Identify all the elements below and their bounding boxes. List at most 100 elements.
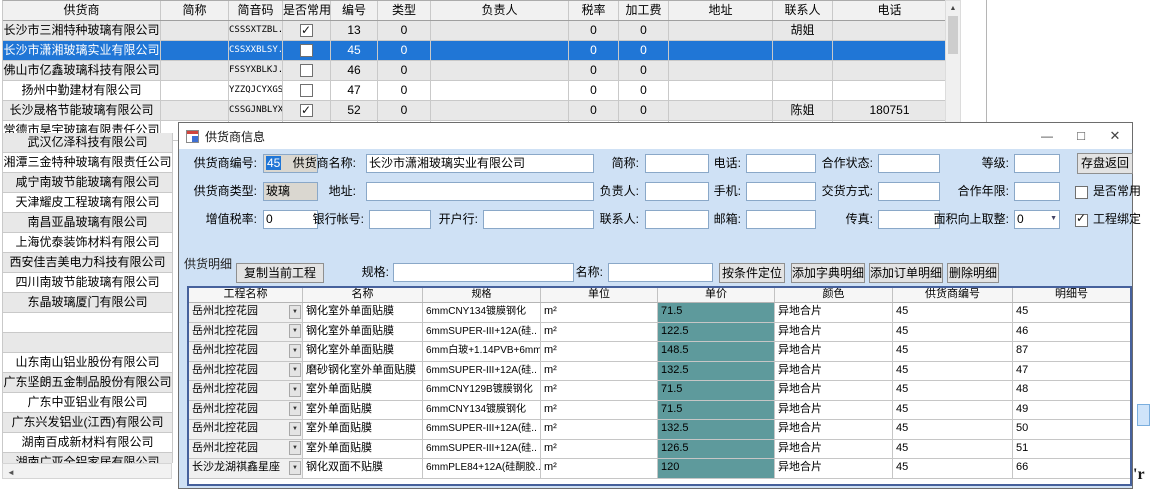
price-cell[interactable]: 148.5 — [658, 342, 775, 361]
add-order-detail-button[interactable]: 添加订单明细 — [869, 263, 943, 283]
project-combo-cell[interactable]: 岳州北控花园▼ — [189, 323, 303, 342]
supplier-no-cell[interactable]: 45 — [893, 420, 1013, 439]
color-cell[interactable]: 异地合片 — [775, 420, 893, 439]
chevron-down-icon[interactable]: ▼ — [289, 461, 301, 475]
price-cell[interactable]: 120 — [658, 459, 775, 478]
list-item[interactable]: 广东中亚铝业有限公司 — [3, 393, 173, 413]
spec-cell[interactable]: 6mmCNY134镀膜钢化 — [423, 401, 541, 420]
unit-cell[interactable]: m² — [541, 459, 658, 478]
detail-no-cell[interactable]: 47 — [1013, 362, 1130, 381]
list-item[interactable]: 山东南山铝业股份有限公司 — [3, 353, 173, 373]
price-cell[interactable]: 71.5 — [658, 303, 775, 322]
chevron-down-icon[interactable]: ▼ — [289, 305, 301, 319]
table-row[interactable]: 长沙晟格节能玻璃有限公司 CSSGJNBLYXGS 52 0 0 0 陈姐 18… — [3, 101, 946, 121]
color-cell[interactable]: 异地合片 — [775, 381, 893, 400]
list-item[interactable]: 南昌亚晶玻璃有限公司 — [3, 213, 173, 233]
unit-cell[interactable]: m² — [541, 323, 658, 342]
copy-current-project-button[interactable]: 复制当前工程 — [236, 263, 324, 283]
detail-no-cell[interactable]: 87 — [1013, 342, 1130, 361]
supplier-no-cell[interactable]: 45 — [893, 381, 1013, 400]
grid-column-supplier-no[interactable]: 供货商编号 — [893, 288, 1013, 302]
column-header-phone[interactable]: 电话 — [833, 1, 946, 20]
detail-no-cell[interactable]: 51 — [1013, 440, 1130, 459]
mobile-input[interactable] — [746, 182, 816, 201]
contact-input[interactable] — [645, 210, 709, 229]
supplier-type-input[interactable]: 玻璃 — [263, 182, 318, 201]
unit-cell[interactable]: m² — [541, 440, 658, 459]
price-cell[interactable]: 126.5 — [658, 440, 775, 459]
dialog-titlebar[interactable]: 供货商信息 — □ ✕ — [179, 123, 1132, 149]
price-cell[interactable]: 71.5 — [658, 381, 775, 400]
spec-filter-input[interactable] — [393, 263, 574, 282]
color-cell[interactable]: 异地合片 — [775, 401, 893, 420]
abbr-input[interactable] — [645, 154, 709, 173]
name-cell[interactable]: 钢化室外单面贴膜 — [303, 303, 423, 322]
unit-cell[interactable]: m² — [541, 401, 658, 420]
chevron-down-icon[interactable]: ▼ — [289, 402, 301, 416]
project-combo-cell[interactable]: 长沙龙湖祺鑫星座▼ — [189, 459, 303, 478]
project-combo-cell[interactable]: 岳州北控花园▼ — [189, 303, 303, 322]
name-cell[interactable]: 钢化双面不贴膜 — [303, 459, 423, 478]
is-common-checkbox[interactable] — [1075, 186, 1088, 199]
detail-no-cell[interactable]: 66 — [1013, 459, 1130, 478]
list-item[interactable] — [3, 333, 173, 353]
unit-cell[interactable]: m² — [541, 381, 658, 400]
list-item[interactable]: 广东兴发铝业(江西)有限公司 — [3, 413, 173, 433]
supplier-no-cell[interactable]: 45 — [893, 401, 1013, 420]
list-item[interactable]: 湖南百成新材料有限公司 — [3, 433, 173, 453]
phone-input[interactable] — [746, 154, 816, 173]
column-header-tax[interactable]: 税率 — [569, 1, 619, 20]
coop-years-input[interactable] — [1014, 182, 1060, 201]
unit-cell[interactable]: m² — [541, 342, 658, 361]
column-header-type[interactable]: 类型 — [378, 1, 431, 20]
locate-by-condition-button[interactable]: 按条件定位 — [719, 263, 785, 283]
price-cell[interactable]: 132.5 — [658, 420, 775, 439]
detail-no-cell[interactable]: 46 — [1013, 323, 1130, 342]
color-cell[interactable]: 异地合片 — [775, 342, 893, 361]
project-combo-cell[interactable]: 岳州北控花园▼ — [189, 401, 303, 420]
grid-column-detail-no[interactable]: 明细号 — [1013, 288, 1130, 302]
price-cell[interactable]: 132.5 — [658, 362, 775, 381]
common-checkbox[interactable] — [300, 64, 313, 77]
column-header-fee[interactable]: 加工费 — [619, 1, 669, 20]
grid-column-price[interactable]: 单价 — [658, 288, 775, 302]
column-header-common[interactable]: 是否常用 — [283, 1, 331, 20]
supplier-no-cell[interactable]: 45 — [893, 342, 1013, 361]
horizontal-scrollbar[interactable]: ◄ — [2, 463, 172, 479]
chevron-down-icon[interactable]: ▼ — [289, 344, 301, 358]
price-cell[interactable]: 122.5 — [658, 323, 775, 342]
project-combo-cell[interactable]: 岳州北控花园▼ — [189, 420, 303, 439]
minimize-button[interactable]: — — [1030, 123, 1064, 149]
table-row[interactable]: 扬州中勤建材有限公司 YZZQJCYXGS 47 0 0 0 — [3, 81, 946, 101]
grid-column-unit[interactable]: 单位 — [541, 288, 658, 302]
supplier-no-cell[interactable]: 45 — [893, 362, 1013, 381]
list-item[interactable]: 上海优泰装饰材料有限公司 — [3, 233, 173, 253]
project-combo-cell[interactable]: 岳州北控花园▼ — [189, 381, 303, 400]
color-cell[interactable]: 异地合片 — [775, 440, 893, 459]
list-item[interactable]: 湖南广亚全铝家居有限公司 — [3, 453, 173, 463]
list-item[interactable]: 广东坚朗五金制品股份有限公司 — [3, 373, 173, 393]
list-item[interactable]: 湘潭三金特种玻璃有限责任公司 — [3, 153, 173, 173]
chevron-down-icon[interactable]: ▼ — [289, 383, 301, 397]
supplier-no-cell[interactable]: 45 — [893, 440, 1013, 459]
spec-cell[interactable]: 6mmSUPER-III+12A(硅.. — [423, 323, 541, 342]
chevron-down-icon[interactable]: ▼ — [289, 324, 301, 338]
area-round-up-select[interactable]: ▼0 — [1014, 210, 1060, 229]
spec-cell[interactable]: 6mmCNY129B镀膜钢化 — [423, 381, 541, 400]
scrollbar-thumb[interactable] — [948, 16, 958, 54]
name-cell[interactable]: 室外单面贴膜 — [303, 401, 423, 420]
color-cell[interactable]: 异地合片 — [775, 323, 893, 342]
common-checkbox[interactable] — [300, 24, 313, 37]
column-header-abbr[interactable]: 简称 — [161, 1, 229, 20]
column-header-contact[interactable]: 联系人 — [773, 1, 833, 20]
spec-cell[interactable]: 6mmCNY134镀膜钢化 — [423, 303, 541, 322]
address-input[interactable] — [366, 182, 594, 201]
project-combo-cell[interactable]: 岳州北控花园▼ — [189, 440, 303, 459]
column-header-code[interactable]: 简音码 — [229, 1, 283, 20]
detail-no-cell[interactable]: 48 — [1013, 381, 1130, 400]
chevron-down-icon[interactable]: ▼ — [289, 441, 301, 455]
delivery-method-input[interactable] — [878, 182, 940, 201]
project-binding-checkbox[interactable] — [1075, 214, 1088, 227]
grid-column-name[interactable]: 名称 — [303, 288, 423, 302]
spec-cell[interactable]: 6mmSUPER-III+12A(硅.. — [423, 362, 541, 381]
